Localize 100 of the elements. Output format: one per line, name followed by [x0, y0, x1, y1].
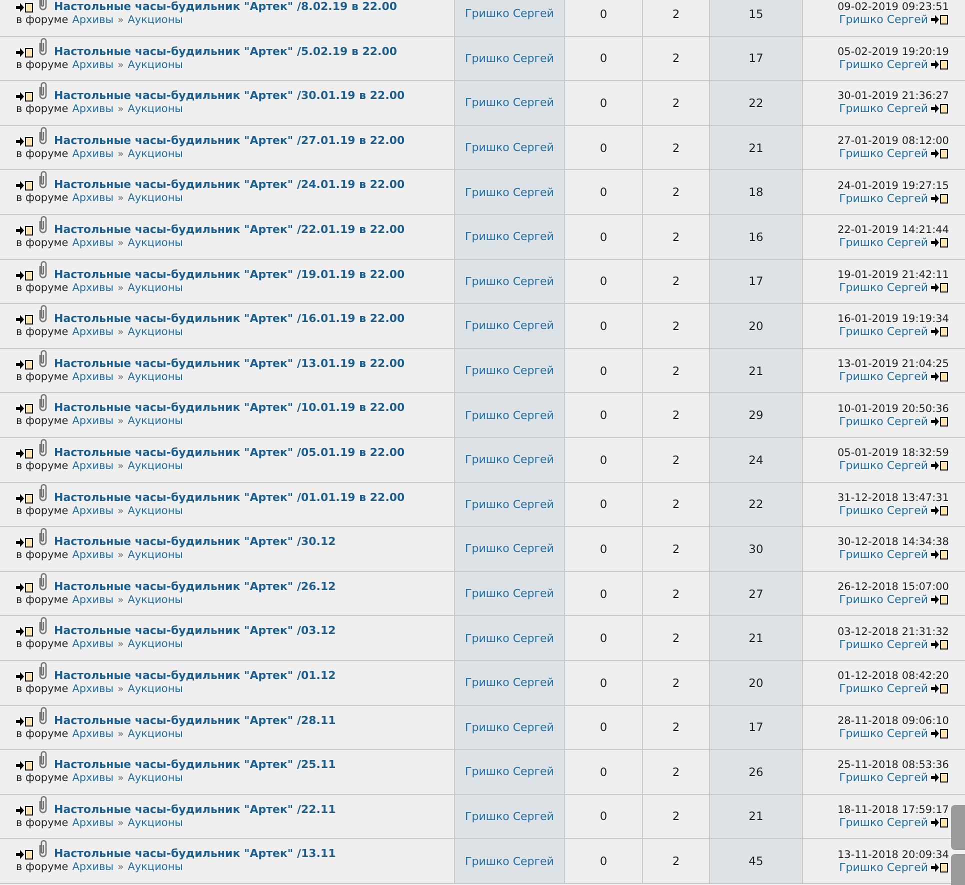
last-author-link[interactable]: Гришко Сергей	[839, 726, 928, 740]
go-to-post-icon[interactable]	[16, 270, 34, 281]
go-to-post-icon[interactable]	[16, 314, 34, 326]
forum-link[interactable]: Архивы	[72, 14, 114, 26]
last-author-link[interactable]: Гришко Сергей	[839, 58, 928, 71]
go-to-post-icon[interactable]	[16, 46, 34, 58]
topic-title-link[interactable]: Настольные часы-будильник "Артек" /19.01.19 в 22.00	[54, 268, 405, 281]
last-author-link[interactable]: Гришко Сергей	[839, 325, 928, 338]
last-author-link[interactable]: Гришко Сергей	[839, 459, 928, 472]
go-to-last-post-icon[interactable]	[931, 14, 949, 26]
last-author-link[interactable]: Гришко Сергей	[839, 280, 928, 294]
topic-title-link[interactable]: Настольные часы-будильник "Артек" /22.01.19 в 22.00	[54, 222, 405, 236]
forum-link[interactable]: Архивы	[72, 326, 114, 338]
subforum-link[interactable]: Аукционы	[128, 282, 183, 294]
go-to-last-post-icon[interactable]	[931, 192, 949, 204]
topic-title-link[interactable]: Настольные часы-будильник "Артек" /30.01.19 в 22.00	[54, 89, 405, 102]
topic-title-link[interactable]: Настольные часы-будильник "Артек" /26.12	[54, 580, 336, 593]
topic-title-link[interactable]: Настольные часы-будильник "Артек" /24.01.19 в 22.00	[54, 178, 405, 192]
go-to-last-post-icon[interactable]	[931, 772, 949, 784]
subforum-link[interactable]: Аукционы	[128, 504, 183, 517]
go-to-last-post-icon[interactable]	[931, 148, 949, 160]
forum-link[interactable]: Архивы	[72, 192, 114, 204]
go-to-post-icon[interactable]	[16, 537, 34, 548]
forum-link[interactable]: Архивы	[72, 415, 114, 428]
forum-link[interactable]: Архивы	[72, 728, 114, 740]
topic-title-link[interactable]: Настольные часы-будильник "Артек" /16.01.19 в 22.00	[54, 312, 405, 326]
go-to-last-post-icon[interactable]	[931, 728, 949, 739]
go-to-post-icon[interactable]	[16, 804, 34, 816]
last-author-link[interactable]: Гришко Сергей	[839, 593, 928, 606]
last-author-link[interactable]: Гришко Сергей	[839, 682, 928, 696]
forum-link[interactable]: Архивы	[72, 103, 114, 116]
last-author-link[interactable]: Гришко Сергей	[839, 370, 928, 384]
go-to-last-post-icon[interactable]	[931, 683, 949, 694]
go-to-last-post-icon[interactable]	[931, 638, 949, 650]
topic-title-link[interactable]: Настольные часы-будильник "Артек" /05.01.19 в 22.00	[54, 446, 405, 459]
subforum-link[interactable]: Аукционы	[128, 460, 183, 472]
subforum-link[interactable]: Аукционы	[128, 861, 183, 874]
go-to-post-icon[interactable]	[16, 403, 34, 414]
go-to-last-post-icon[interactable]	[931, 416, 949, 427]
subforum-link[interactable]: Аукционы	[128, 594, 183, 606]
subforum-link[interactable]: Аукционы	[128, 14, 183, 26]
topic-title-link[interactable]: Настольные часы-будильник "Артек" /10.01.19 в 22.00	[54, 401, 405, 414]
last-author-link[interactable]: Гришко Сергей	[839, 414, 928, 428]
go-to-last-post-icon[interactable]	[931, 237, 949, 248]
go-to-post-icon[interactable]	[16, 492, 34, 504]
go-to-post-icon[interactable]	[16, 448, 34, 459]
go-to-last-post-icon[interactable]	[931, 103, 949, 114]
topic-title-link[interactable]: Настольные часы-будильник "Артек" /30.12	[54, 535, 336, 548]
subforum-link[interactable]: Аукционы	[128, 148, 183, 160]
go-to-last-post-icon[interactable]	[931, 816, 949, 828]
forum-link[interactable]: Архивы	[72, 861, 114, 874]
last-author-link[interactable]: Гришко Сергей	[839, 548, 928, 562]
last-author-link[interactable]: Гришко Сергей	[839, 13, 928, 26]
go-to-last-post-icon[interactable]	[931, 58, 949, 70]
last-author-link[interactable]: Гришко Сергей	[839, 102, 928, 116]
go-to-post-icon[interactable]	[16, 2, 34, 13]
subforum-link[interactable]: Аукционы	[128, 415, 183, 428]
last-author-link[interactable]: Гришко Сергей	[839, 638, 928, 651]
forum-link[interactable]: Архивы	[72, 594, 114, 606]
go-to-last-post-icon[interactable]	[931, 371, 949, 382]
subforum-link[interactable]: Аукционы	[128, 816, 183, 829]
topic-title-link[interactable]: Настольные часы-будильник "Артек" /25.11	[54, 758, 336, 772]
topic-title-link[interactable]: Настольные часы-будильник "Артек" /22.11	[54, 802, 336, 816]
go-to-last-post-icon[interactable]	[931, 549, 949, 560]
go-to-post-icon[interactable]	[16, 716, 34, 726]
forum-link[interactable]: Архивы	[72, 370, 114, 383]
last-author-link[interactable]: Гришко Сергей	[839, 504, 928, 517]
topic-title-link[interactable]: Настольные часы-будильник "Артек" /5.02.19 в 22.00	[54, 44, 398, 58]
subforum-link[interactable]: Аукционы	[128, 103, 183, 116]
go-to-last-post-icon[interactable]	[931, 594, 949, 606]
forum-link[interactable]: Архивы	[72, 282, 114, 294]
forum-link[interactable]: Архивы	[72, 638, 114, 650]
go-to-last-post-icon[interactable]	[931, 460, 949, 472]
go-to-post-icon[interactable]	[16, 849, 34, 860]
last-author-link[interactable]: Гришко Сергей	[839, 147, 928, 160]
go-to-post-icon[interactable]	[16, 91, 34, 102]
subforum-link[interactable]: Аукционы	[128, 370, 183, 383]
topic-title-link[interactable]: Настольные часы-будильник "Артек" /01.01.19 в 22.00	[54, 490, 405, 504]
last-author-link[interactable]: Гришко Сергей	[839, 816, 928, 829]
go-to-post-icon[interactable]	[16, 582, 34, 593]
last-author-link[interactable]: Гришко Сергей	[839, 236, 928, 250]
go-to-post-icon[interactable]	[16, 180, 34, 192]
forum-link[interactable]: Архивы	[72, 549, 114, 562]
last-author-link[interactable]: Гришко Сергей	[839, 860, 928, 874]
subforum-link[interactable]: Аукционы	[128, 772, 183, 784]
subforum-link[interactable]: Аукционы	[128, 638, 183, 650]
subforum-link[interactable]: Аукционы	[128, 192, 183, 204]
go-to-post-icon[interactable]	[16, 626, 34, 638]
topic-title-link[interactable]: Настольные часы-будильник "Артек" /13.11	[54, 847, 336, 860]
last-author-link[interactable]: Гришко Сергей	[839, 192, 928, 205]
forum-link[interactable]: Архивы	[72, 682, 114, 695]
go-to-post-icon[interactable]	[16, 760, 34, 772]
go-to-post-icon[interactable]	[16, 136, 34, 147]
forum-link[interactable]: Архивы	[72, 148, 114, 160]
forum-link[interactable]: Архивы	[72, 460, 114, 472]
subforum-link[interactable]: Аукционы	[128, 236, 183, 249]
forum-link[interactable]: Архивы	[72, 772, 114, 784]
go-to-post-icon[interactable]	[16, 224, 34, 236]
subforum-link[interactable]: Аукционы	[128, 549, 183, 562]
topic-title-link[interactable]: Настольные часы-будильник "Артек" /8.02.19 в 22.00	[54, 0, 398, 13]
